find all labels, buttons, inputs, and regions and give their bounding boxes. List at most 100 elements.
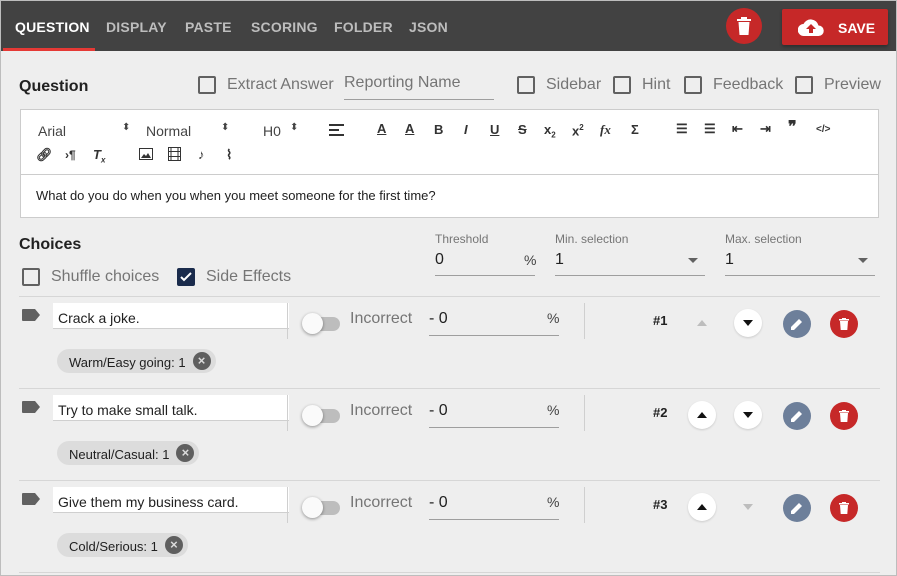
font-size-select[interactable]: Normal [146,123,191,139]
save-button[interactable]: SAVE [782,9,888,45]
formula-icon[interactable]: fx [600,122,611,138]
hint-checkbox[interactable] [613,76,631,94]
input-divider [287,487,288,523]
outdent-icon[interactable]: ⇤ [732,121,743,137]
points-input[interactable]: - 0 [429,402,448,420]
code-icon[interactable]: </> [816,122,830,138]
pencil-icon [791,503,802,514]
choice-number: #3 [653,497,668,512]
rich-text-editor: Arial ⬍ Normal ⬍ H0 ⬍ A A B I U S x2 x2 … [20,109,879,218]
subscript-icon[interactable]: x2 [544,122,556,144]
move-down-button[interactable] [734,401,762,429]
align-left-icon[interactable] [329,124,344,136]
min-selection-select[interactable]: 1 [555,251,564,269]
arrow-down-icon [743,412,753,418]
choice-text-input[interactable]: Give them my business card. [53,487,289,513]
video-icon[interactable] [168,147,181,161]
delete-choice-button[interactable] [830,402,858,430]
sidebar-checkbox[interactable] [517,76,535,94]
check-icon [180,272,192,282]
font-color-icon[interactable]: A [377,121,386,137]
move-up-button[interactable] [688,309,716,337]
arrow-down-icon [743,320,753,326]
points-underline [429,427,559,428]
max-selection-dropdown-icon[interactable] [858,258,868,263]
min-selection-dropdown-icon[interactable] [688,258,698,263]
tab-display[interactable]: DISPLAY [106,19,167,35]
correct-toggle-knob[interactable] [302,405,323,426]
cloud-upload-icon [798,19,824,37]
label-tag-icon [22,401,40,413]
ordered-list-icon[interactable]: ☰ [676,121,688,137]
edit-choice-button[interactable] [783,494,811,522]
rtl-icon[interactable]: ›¶ [65,147,76,163]
sigma-icon[interactable]: Σ [631,122,639,138]
reporting-name-input[interactable]: Reporting Name [344,74,494,100]
edit-choice-button[interactable] [783,310,811,338]
blockquote-icon[interactable]: ❞ [788,120,797,136]
preview-checkbox[interactable] [795,76,813,94]
image-icon[interactable] [139,148,153,160]
tab-scoring[interactable]: SCORING [251,19,318,35]
points-input[interactable]: - 0 [429,494,448,512]
tab-question[interactable]: QUESTION [15,19,90,35]
font-family-select-arrow-icon[interactable]: ⬍ [122,122,130,133]
input-divider [287,395,288,431]
font-size-select-arrow-icon[interactable]: ⬍ [221,122,229,133]
feedback-checkbox[interactable] [684,76,702,94]
feedback-label: Feedback [713,76,784,93]
remove-chip-icon[interactable]: × [192,352,211,370]
move-down-button[interactable] [734,309,762,337]
strike-icon[interactable]: S [518,122,527,138]
arrow-down-icon [743,504,753,510]
highlight-icon[interactable]: A [405,121,414,137]
side-effects-checkbox[interactable] [177,268,195,286]
points-input[interactable]: - 0 [429,310,448,328]
points-underline [429,335,559,336]
delete-question-button[interactable] [726,8,762,44]
threshold-underline [435,275,535,276]
question-text[interactable]: What do you do when you when you meet so… [36,188,436,203]
move-down-button[interactable] [734,493,762,521]
arrow-up-icon [697,412,707,418]
correct-toggle-knob[interactable] [302,497,323,518]
choice-text-input[interactable]: Crack a joke. [53,303,289,329]
correctness-label: Incorrect [350,310,413,327]
remove-chip-icon[interactable]: × [176,444,195,462]
attachment-icon[interactable]: ⌇ [226,147,232,163]
correct-toggle-knob[interactable] [302,313,323,334]
tab-folder[interactable]: FOLDER [334,19,393,35]
bold-icon[interactable]: B [434,122,443,138]
link-icon[interactable]: 🔗︎ [36,147,53,163]
save-label: SAVE [838,20,876,36]
choice-number: #1 [653,313,668,328]
indent-icon[interactable]: ⇥ [760,121,771,137]
tab-json[interactable]: JSON [409,19,448,35]
heading-select-arrow-icon[interactable]: ⬍ [290,122,298,133]
heading-select[interactable]: H0 [263,123,281,139]
audio-icon[interactable]: ♪ [198,147,205,163]
choice-text-input[interactable]: Try to make small talk. [53,395,289,421]
superscript-icon[interactable]: x2 [572,120,584,139]
bullet-list-icon[interactable]: ☰ [704,121,716,137]
delete-choice-button[interactable] [830,494,858,522]
extract-answer-checkbox[interactable] [198,76,216,94]
max-selection-select[interactable]: 1 [725,251,734,269]
tab-paste[interactable]: PASTE [185,19,232,35]
shuffle-choices-checkbox[interactable] [22,268,40,286]
top-tab-bar: QUESTION DISPLAY PASTE SCORING FOLDER JS… [1,1,896,51]
side-effect-chip: Cold/Serious: 1 × [57,533,188,557]
italic-icon[interactable]: I [464,122,468,138]
move-up-button[interactable] [688,401,716,429]
delete-choice-button[interactable] [830,310,858,338]
reporting-name-placeholder: Reporting Name [344,74,461,91]
points-underline [429,519,559,520]
font-family-select[interactable]: Arial [38,123,66,139]
trash-icon [839,410,849,422]
edit-choice-button[interactable] [783,402,811,430]
move-up-button[interactable] [688,493,716,521]
threshold-input[interactable]: 0 [435,251,444,269]
clear-format-icon[interactable]: Tx [93,147,105,169]
underline-icon[interactable]: U [490,122,499,138]
remove-chip-icon[interactable]: × [164,536,183,554]
